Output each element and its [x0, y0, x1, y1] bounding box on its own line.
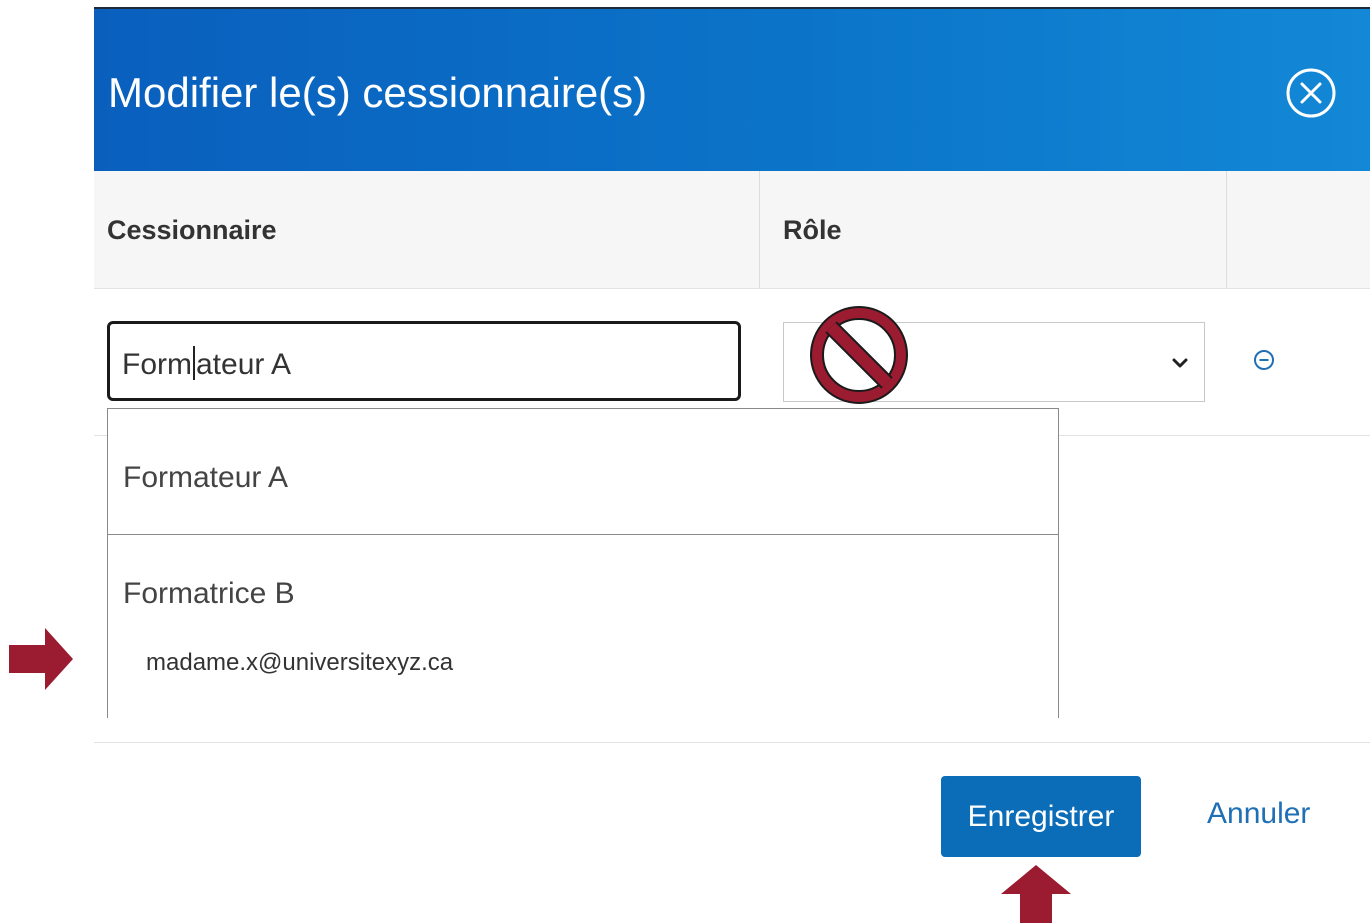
suggestion-email: madame.x@universitexyz.ca — [146, 649, 454, 676]
table-header: Cessionnaire Rôle — [94, 171, 1370, 289]
suggestion-item[interactable]: Formatrice B madame.x@universitexyz.ca — [108, 535, 1058, 718]
dialog-header: Modifier le(s) cessionnaire(s) — [94, 7, 1370, 171]
edit-assignees-dialog: Modifier le(s) cessionnaire(s) Cessionna… — [94, 7, 1370, 923]
chevron-down-icon — [1170, 353, 1190, 373]
arrow-up-icon — [1001, 865, 1071, 923]
minus-circle-icon[interactable] — [1251, 347, 1277, 373]
column-divider — [1226, 171, 1227, 288]
assignee-typed-text: Form — [122, 348, 192, 381]
column-header-role: Rôle — [783, 215, 842, 245]
assignee-autocomplete-text: ateur A — [196, 348, 292, 381]
screenshot-stage: Modifier le(s) cessionnaire(s) Cessionna… — [0, 0, 1370, 923]
no-entry-icon — [809, 305, 909, 410]
save-button[interactable]: Enregistrer — [941, 776, 1141, 857]
suggestion-name: Formateur A — [123, 461, 289, 494]
footer-divider — [94, 742, 1370, 743]
close-circle-icon[interactable] — [1284, 66, 1338, 120]
text-caret — [193, 346, 195, 380]
suggestion-name: Formatrice B — [123, 577, 295, 610]
cancel-link[interactable]: Annuler — [1207, 797, 1310, 831]
dialog-title: Modifier le(s) cessionnaire(s) — [108, 69, 648, 116]
assignee-input-value: Form ateur A — [122, 346, 291, 382]
column-header-assignee: Cessionnaire — [107, 215, 277, 245]
assignee-suggestions-list: Formateur A Formatrice B madame.x@univer… — [107, 408, 1059, 718]
assignee-input[interactable]: Form ateur A — [107, 321, 741, 401]
column-divider — [759, 171, 760, 288]
arrow-right-icon — [9, 626, 75, 697]
suggestion-item[interactable]: Formateur A — [108, 409, 1058, 535]
